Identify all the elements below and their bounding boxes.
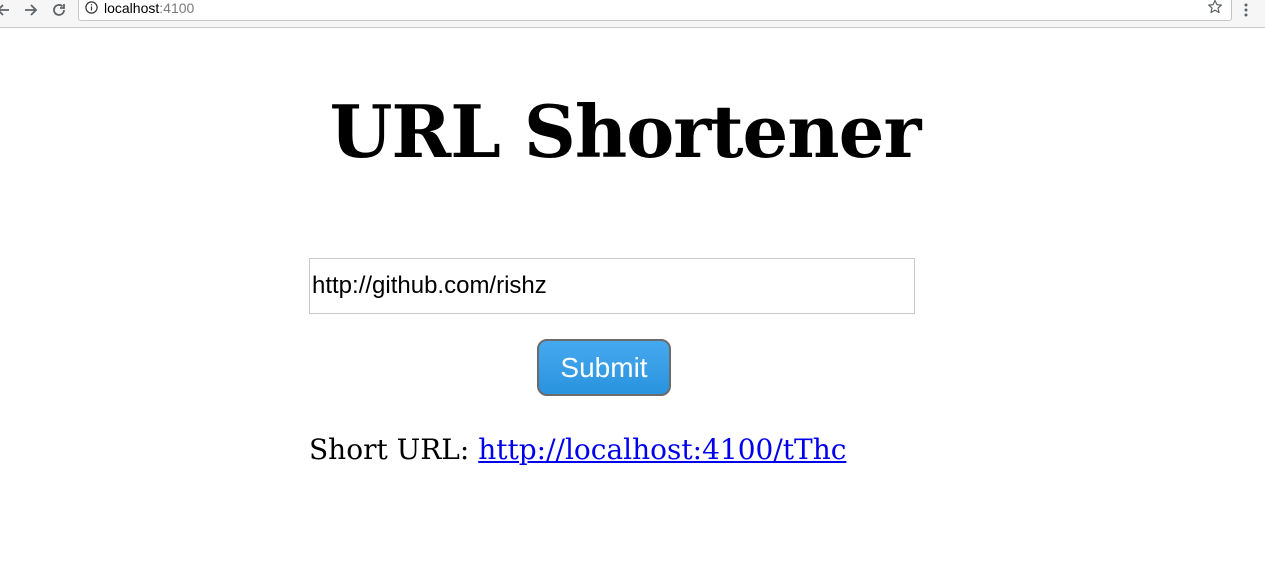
- star-icon[interactable]: [1207, 0, 1223, 15]
- info-icon[interactable]: [85, 1, 98, 14]
- browser-toolbar: localhost:4100: [0, 0, 1265, 28]
- page-title: URL Shortener: [329, 89, 922, 174]
- reload-icon[interactable]: [50, 0, 68, 20]
- short-url-link[interactable]: http://localhost:4100/tThc: [478, 433, 846, 466]
- short-url-result: Short URL: http://localhost:4100/tThc: [309, 430, 846, 470]
- forward-arrow-icon[interactable]: [22, 0, 40, 20]
- kebab-menu-icon[interactable]: [1240, 2, 1252, 18]
- url-host: localhost: [104, 0, 160, 16]
- submit-button[interactable]: Submit: [537, 339, 671, 396]
- address-bar-url: localhost:4100: [104, 0, 194, 16]
- address-bar[interactable]: localhost:4100: [78, 0, 1232, 21]
- url-input[interactable]: [309, 258, 915, 314]
- back-arrow-icon[interactable]: [0, 0, 12, 20]
- short-url-label: Short URL:: [309, 433, 479, 466]
- url-port: :4100: [159, 0, 195, 16]
